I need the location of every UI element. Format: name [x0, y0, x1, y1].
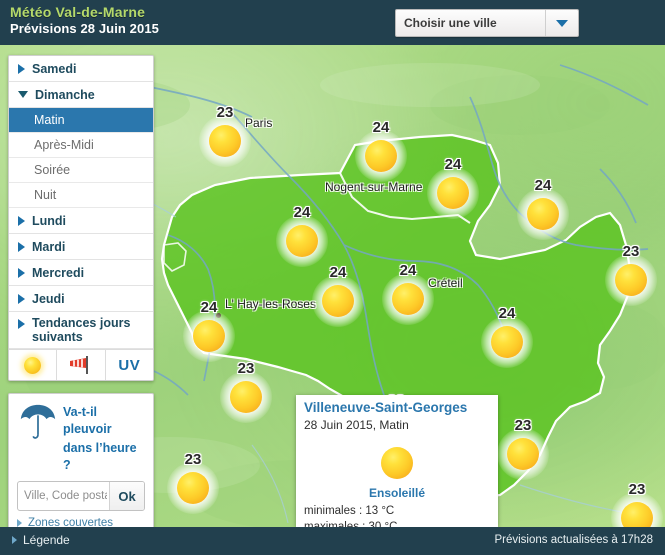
marker-temp-se-2: 23	[628, 481, 646, 498]
chevron-right-icon	[18, 293, 25, 304]
windsock-icon	[69, 356, 88, 374]
page-title: Météo Val-de-Marne	[10, 4, 146, 20]
sun-icon	[209, 125, 241, 157]
sun-icon	[177, 472, 209, 504]
marker-temp-creteil-s: 24	[498, 305, 516, 322]
rain-widget-question: Va-t-il pleuvoir dans l’heure ?	[59, 402, 145, 474]
marker-temp-center-w: 24	[329, 264, 347, 281]
chevron-right-icon	[18, 241, 25, 252]
tab-uv[interactable]: UV	[106, 350, 153, 380]
popup-condition: Ensoleillé	[368, 486, 426, 500]
legend-toggle[interactable]: Légende	[12, 533, 70, 547]
sidebar-item-soiree[interactable]: Soirée	[9, 158, 153, 183]
sidebar-item-dimanche[interactable]: Dimanche	[9, 82, 153, 108]
chevron-right-icon	[17, 519, 22, 527]
parameter-tabs: UV	[9, 349, 153, 380]
city-select-value: Choisir une ville	[404, 16, 497, 30]
forecast-popup[interactable]: Villeneuve-Saint-Georges 28 Juin 2015, M…	[296, 395, 498, 527]
ok-button[interactable]: Ok	[109, 482, 144, 510]
sidebar-item-nuit[interactable]: Nuit	[9, 183, 153, 208]
sun-icon	[527, 198, 559, 230]
sun-icon	[491, 326, 523, 358]
sidebar-item-label: Tendances jours suivants	[32, 316, 131, 344]
sidebar-subitem-label: Matin	[34, 113, 65, 127]
rain-forecast-widget: Va-t-il pleuvoir dans l’heure ? Ok Zones…	[8, 393, 154, 536]
sun-icon	[392, 283, 424, 315]
forecast-nav-card: Samedi Dimanche Matin Après-Midi Soirée …	[8, 55, 154, 381]
sun-icon	[193, 320, 225, 352]
sidebar-item-label: Mercredi	[32, 265, 85, 280]
legend-label: Légende	[23, 533, 70, 547]
chevron-right-icon	[18, 215, 25, 226]
chevron-right-icon	[12, 536, 17, 544]
sun-icon	[365, 140, 397, 172]
sun-icon	[507, 438, 539, 470]
sun-icon	[621, 502, 653, 527]
sun-icon	[381, 447, 413, 479]
sidebar-item-matin[interactable]: Matin	[9, 108, 153, 133]
marker-temp-east-edge: 23	[622, 243, 640, 260]
sidebar-subitem-label: Soirée	[34, 163, 71, 177]
sun-icon	[230, 381, 262, 413]
city-label-creteil: Créteil	[428, 276, 463, 290]
sidebar-item-lundi[interactable]: Lundi	[9, 208, 153, 234]
marker-temp-paris: 23	[216, 104, 234, 121]
marker-temp-sw-2: 23	[184, 451, 202, 468]
marker-temp-sw-1: 23	[237, 360, 255, 377]
sidebar-item-label: Samedi	[32, 61, 77, 76]
sidebar-item-mardi[interactable]: Mardi	[9, 234, 153, 260]
page-subtitle: Prévisions 28 Juin 2015	[10, 21, 159, 36]
marker-temp-north-1: 24	[444, 156, 462, 173]
uv-icon: UV	[118, 356, 141, 374]
sun-icon	[24, 356, 42, 374]
sidebar-item-label: Lundi	[32, 213, 67, 228]
city-postal-input[interactable]	[18, 482, 109, 510]
umbrella-icon	[20, 404, 56, 439]
rain-question-line1: Va-t-il pleuvoir	[62, 405, 112, 436]
sun-icon	[286, 225, 318, 257]
city-label-nogent-sur-marne: Nogent-sur-Marne	[325, 180, 423, 194]
sidebar: Samedi Dimanche Matin Après-Midi Soirée …	[8, 55, 154, 536]
marker-temp-center-e: 24	[399, 262, 417, 279]
chevron-down-icon	[18, 91, 28, 98]
app-footer: Légende Prévisions actualisées à 17h28	[0, 527, 665, 555]
sidebar-item-jeudi[interactable]: Jeudi	[9, 286, 153, 312]
city-select-dropdown[interactable]: Choisir une ville	[395, 9, 579, 37]
sidebar-item-label: Jeudi	[32, 291, 65, 306]
sidebar-subitem-label: Après-Midi	[34, 138, 94, 152]
sidebar-item-label: Mardi	[32, 239, 66, 254]
city-label-paris: Paris	[245, 116, 273, 130]
chevron-right-icon	[18, 63, 25, 74]
sidebar-item-label: Dimanche	[35, 87, 95, 102]
rain-question-line2: dans l’heure ?	[62, 441, 137, 472]
marker-temp-nogent-n: 24	[372, 119, 390, 136]
app-header: Météo Val-de-Marne Prévisions 28 Juin 20…	[0, 0, 665, 45]
city-label-l-hay-les-roses: L' Hay-les-Roses	[225, 297, 316, 311]
sun-icon	[437, 177, 469, 209]
chevron-right-icon	[18, 267, 25, 278]
chevron-down-icon[interactable]	[545, 10, 578, 36]
marker-temp-south-e: 23	[514, 417, 532, 434]
sidebar-item-samedi[interactable]: Samedi	[9, 56, 153, 82]
popup-city-name: Villeneuve-Saint-Georges	[304, 400, 468, 415]
tab-wind[interactable]	[57, 350, 106, 380]
weather-app: Paris Nogent-sur-Marne Créteil L' Hay-le…	[0, 0, 665, 555]
sun-icon	[615, 264, 647, 296]
last-updated-label: Prévisions actualisées à 17h28	[494, 534, 653, 546]
marker-temp-west-n: 24	[293, 204, 311, 221]
popup-min-temp: minimales : 13 °C	[304, 505, 395, 517]
rain-widget-header: Va-t-il pleuvoir dans l’heure ?	[17, 402, 145, 474]
chevron-right-icon	[18, 319, 25, 329]
sidebar-item-mercredi[interactable]: Mercredi	[9, 260, 153, 286]
marker-temp-north-2: 24	[534, 177, 552, 194]
rain-search-row: Ok	[17, 481, 145, 511]
sidebar-subitem-label: Nuit	[34, 188, 57, 202]
sidebar-item-apres-midi[interactable]: Après-Midi	[9, 133, 153, 158]
marker-temp-hay: 24	[200, 299, 218, 316]
tab-sun[interactable]	[9, 350, 58, 380]
sun-icon	[322, 285, 354, 317]
popup-date: 28 Juin 2015, Matin	[304, 418, 409, 432]
sidebar-item-tendances-jours-suivants[interactable]: Tendances jours suivants	[9, 312, 153, 349]
